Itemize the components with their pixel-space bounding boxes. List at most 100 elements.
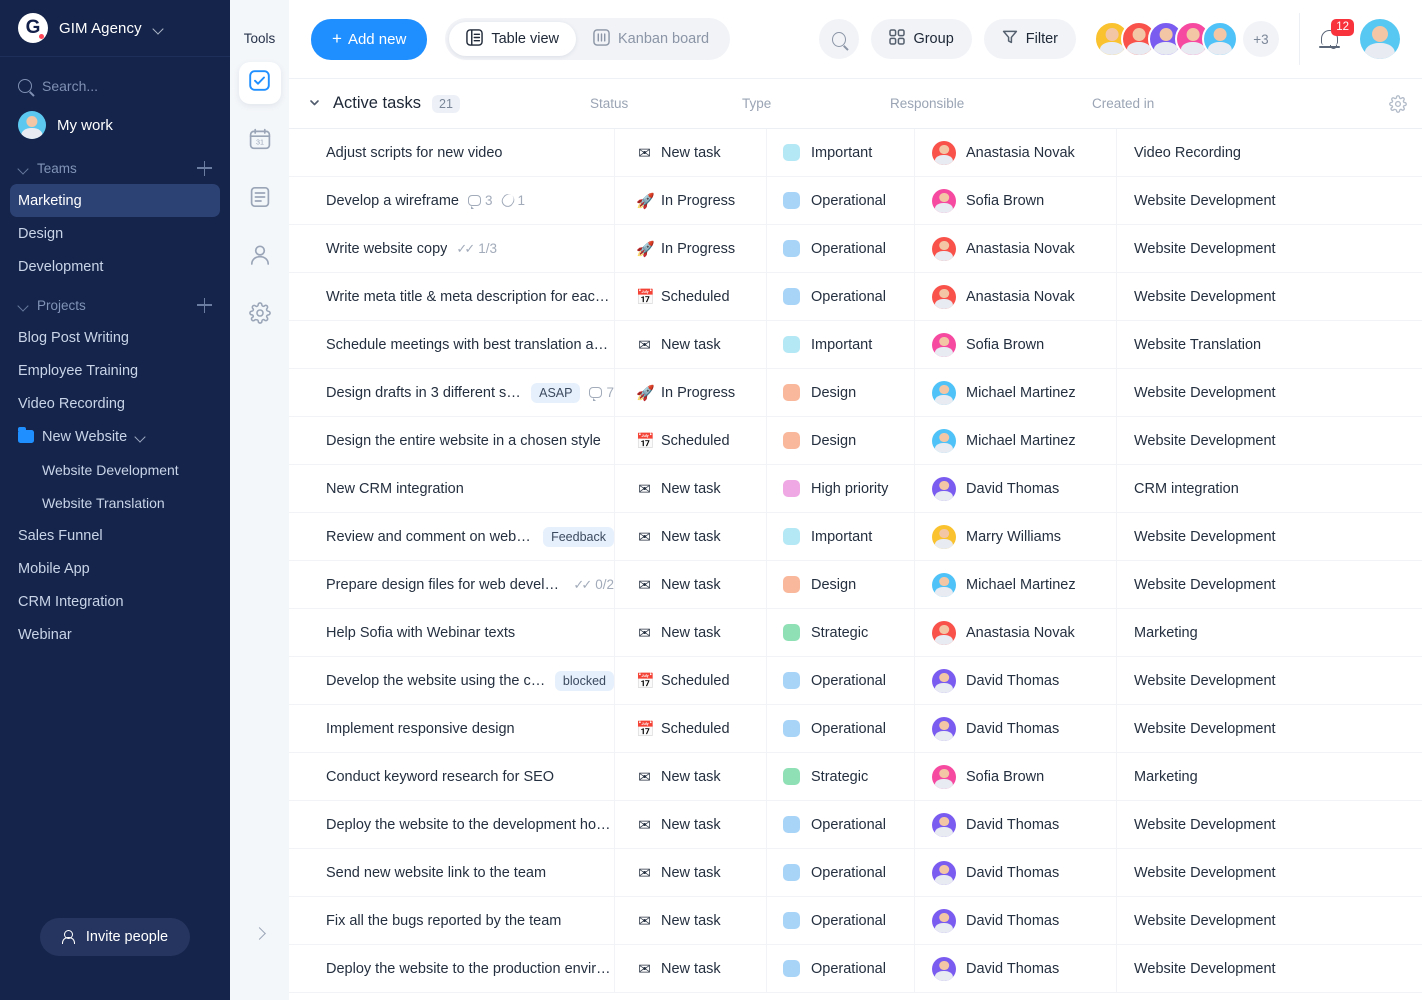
cell-type[interactable]: High priority bbox=[767, 464, 915, 513]
chevron-down-icon[interactable] bbox=[308, 96, 324, 112]
cell-created-in[interactable]: Website Development bbox=[1117, 849, 1422, 897]
cell-type[interactable]: Strategic bbox=[767, 608, 915, 657]
chevron-right-icon[interactable] bbox=[249, 923, 271, 945]
table-row[interactable]: Develop the website using the chosen... b… bbox=[289, 656, 1422, 705]
cell-type[interactable]: Operational bbox=[767, 944, 915, 993]
task-tag[interactable]: blocked bbox=[554, 670, 614, 691]
cell-responsible[interactable]: Sofia Brown bbox=[915, 752, 1117, 801]
cell-created-in[interactable]: Website Development bbox=[1117, 369, 1422, 417]
cell-task-name[interactable]: Develop a wireframe 3 1 bbox=[289, 176, 615, 225]
cell-status[interactable]: ✉ New task bbox=[615, 512, 767, 561]
table-row[interactable]: Write website copy ✓✓ 1/3 🚀 In Progress Opera… bbox=[289, 224, 1422, 273]
sidebar-item-video-recording[interactable]: Video Recording bbox=[10, 387, 220, 420]
cell-responsible[interactable]: David Thomas bbox=[915, 800, 1117, 849]
sidebar-item-design[interactable]: Design bbox=[10, 217, 220, 250]
cell-type[interactable]: Important bbox=[767, 128, 915, 177]
search-button[interactable] bbox=[819, 19, 860, 59]
cell-task-name[interactable]: Prepare design files for web developer ✓✓… bbox=[289, 560, 615, 609]
table-row[interactable]: Design drafts in 3 different styles ASAP 7… bbox=[289, 368, 1422, 417]
cell-type[interactable]: Design bbox=[767, 416, 915, 465]
sidebar-item-website-development[interactable]: Website Development bbox=[10, 453, 220, 486]
cell-type[interactable]: Important bbox=[767, 320, 915, 369]
cell-task-name[interactable]: New CRM integration bbox=[289, 464, 615, 513]
notifications-button[interactable]: 12 bbox=[1318, 19, 1354, 54]
sidebar-item-website-translation[interactable]: Website Translation bbox=[10, 486, 220, 519]
sidebar-item-employee-training[interactable]: Employee Training bbox=[10, 354, 220, 387]
cell-status[interactable]: 📅 Scheduled bbox=[615, 656, 767, 705]
cell-task-name[interactable]: Write website copy ✓✓ 1/3 bbox=[289, 224, 615, 273]
cell-status[interactable]: ✉ New task bbox=[615, 752, 767, 801]
cell-type[interactable]: Operational bbox=[767, 656, 915, 705]
cell-task-name[interactable]: Fix all the bugs reported by the team bbox=[289, 896, 615, 945]
cell-responsible[interactable]: Anastasia Novak bbox=[915, 128, 1117, 177]
add-project-button[interactable] bbox=[197, 297, 212, 313]
sidebar-section-projects[interactable]: Projects bbox=[0, 289, 230, 321]
cell-status[interactable]: ✉ New task bbox=[615, 608, 767, 657]
cell-status[interactable]: ✉ New task bbox=[615, 128, 767, 177]
table-row[interactable]: Design the entire website in a chosen st… bbox=[289, 416, 1422, 465]
table-row[interactable]: Deploy the website to the production env… bbox=[289, 944, 1422, 993]
cell-created-in[interactable]: Website Development bbox=[1117, 657, 1422, 705]
cell-created-in[interactable]: Marketing bbox=[1117, 609, 1422, 657]
cell-created-in[interactable]: Website Development bbox=[1117, 225, 1422, 273]
cell-status[interactable]: ✉ New task bbox=[615, 560, 767, 609]
workspace-switcher[interactable]: G GIM Agency bbox=[0, 0, 230, 57]
sidebar-item-crm-integration[interactable]: CRM Integration bbox=[10, 585, 220, 618]
cell-responsible[interactable]: David Thomas bbox=[915, 656, 1117, 705]
sidebar-item-mobile-app[interactable]: Mobile App bbox=[10, 552, 220, 585]
rail-item-calendar[interactable]: 31 bbox=[239, 120, 281, 162]
cell-status[interactable]: ✉ New task bbox=[615, 848, 767, 897]
table-row[interactable]: Help Sofia with Webinar texts ✉ New task St… bbox=[289, 608, 1422, 657]
cell-task-name[interactable]: Write meta title & meta description for … bbox=[289, 272, 615, 321]
column-header-type[interactable]: Type bbox=[742, 96, 890, 111]
cell-responsible[interactable]: Marry Williams bbox=[915, 512, 1117, 561]
cell-responsible[interactable]: David Thomas bbox=[915, 848, 1117, 897]
table-row[interactable]: New CRM integration ✉ New task High priorit… bbox=[289, 464, 1422, 513]
cell-task-name[interactable]: Deploy the website to the development ho… bbox=[289, 800, 615, 849]
cell-task-name[interactable]: Conduct keyword research for SEO bbox=[289, 752, 615, 801]
tab-table-view[interactable]: Table view bbox=[449, 22, 577, 56]
column-header-created-in[interactable]: Created in bbox=[1092, 96, 1374, 111]
cell-created-in[interactable]: Website Development bbox=[1117, 177, 1422, 225]
cell-responsible[interactable]: Michael Martinez bbox=[915, 560, 1117, 609]
cell-created-in[interactable]: Website Translation bbox=[1117, 321, 1422, 369]
cell-created-in[interactable]: Marketing bbox=[1117, 753, 1422, 801]
table-row[interactable]: Write meta title & meta description for … bbox=[289, 272, 1422, 321]
cell-type[interactable]: Operational bbox=[767, 800, 915, 849]
table-row[interactable]: Prepare design files for web developer ✓✓… bbox=[289, 560, 1422, 609]
rail-item-people[interactable] bbox=[239, 236, 281, 278]
cell-status[interactable]: 🚀 In Progress bbox=[615, 368, 767, 417]
filter-button[interactable]: Filter bbox=[983, 19, 1076, 59]
cell-task-name[interactable]: Adjust scripts for new video bbox=[289, 128, 615, 177]
cell-created-in[interactable]: Website Development bbox=[1117, 561, 1422, 609]
cell-type[interactable]: Design bbox=[767, 368, 915, 417]
cell-responsible[interactable]: David Thomas bbox=[915, 896, 1117, 945]
cell-created-in[interactable]: Website Development bbox=[1117, 801, 1422, 849]
cell-type[interactable]: Strategic bbox=[767, 752, 915, 801]
cell-type[interactable]: Operational bbox=[767, 272, 915, 321]
task-tag[interactable]: Feedback bbox=[543, 526, 614, 547]
cell-task-name[interactable]: Develop the website using the chosen... b… bbox=[289, 656, 615, 705]
cell-responsible[interactable]: Anastasia Novak bbox=[915, 224, 1117, 273]
user-avatar[interactable] bbox=[1360, 19, 1400, 59]
cell-status[interactable]: ✉ New task bbox=[615, 944, 767, 993]
cell-created-in[interactable]: CRM integration bbox=[1117, 465, 1422, 513]
table-row[interactable]: Fix all the bugs reported by the team ✉ Ne… bbox=[289, 896, 1422, 945]
sidebar-item-webinar[interactable]: Webinar bbox=[10, 618, 220, 651]
add-new-button[interactable]: + Add new bbox=[311, 18, 428, 60]
group-header[interactable]: Active tasks 21 bbox=[308, 94, 590, 113]
cell-type[interactable]: Operational bbox=[767, 896, 915, 945]
cell-task-name[interactable]: Schedule meetings with best translation … bbox=[289, 320, 615, 369]
cell-responsible[interactable]: Sofia Brown bbox=[915, 176, 1117, 225]
cell-type[interactable]: Operational bbox=[767, 224, 915, 273]
sidebar-item-marketing[interactable]: Marketing bbox=[10, 184, 220, 217]
cell-created-in[interactable]: Website Development bbox=[1117, 897, 1422, 945]
add-team-button[interactable] bbox=[197, 160, 212, 176]
table-row[interactable]: Adjust scripts for new video ✉ New task Imp… bbox=[289, 128, 1422, 177]
column-header-status[interactable]: Status bbox=[590, 96, 742, 111]
cell-type[interactable]: Operational bbox=[767, 848, 915, 897]
table-settings-button[interactable] bbox=[1374, 94, 1422, 113]
cell-status[interactable]: ✉ New task bbox=[615, 896, 767, 945]
cell-task-name[interactable]: Design drafts in 3 different styles ASAP 7 bbox=[289, 368, 615, 417]
invite-people-button[interactable]: Invite people bbox=[39, 918, 191, 956]
